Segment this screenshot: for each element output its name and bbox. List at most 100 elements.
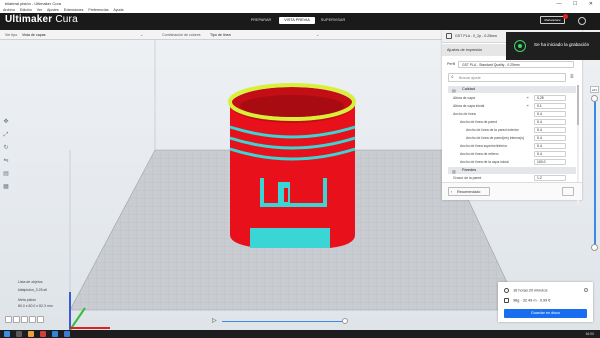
tab-prepare[interactable]: PREPARAR xyxy=(243,17,279,24)
search-icon[interactable] xyxy=(16,331,22,337)
section-quality[interactable]: ▤ Calidad xyxy=(448,86,576,93)
save-to-disk-button[interactable]: Guardar en disco xyxy=(504,309,587,318)
piston-model[interactable] xyxy=(228,83,356,248)
settings-search-input[interactable]: Buscar ajuste xyxy=(448,73,566,82)
view-type-label: Ver tipo xyxy=(5,33,18,37)
info-icon[interactable] xyxy=(584,288,588,292)
object-name: Meta pistón xyxy=(18,298,37,302)
menu-edit[interactable]: Edición xyxy=(20,8,32,12)
setting-value-input[interactable]: 0.4 xyxy=(534,143,566,149)
object-list-title[interactable]: Lista de objetos xyxy=(18,280,43,284)
view-type-dropdown[interactable]: Vista de capas xyxy=(22,30,46,40)
clock-icon xyxy=(504,288,509,293)
scale-icon[interactable]: ⤢ xyxy=(2,131,10,139)
cura-taskbar-icon[interactable] xyxy=(64,331,70,337)
object-list-item[interactable]: bilatpistón_0.25.stl xyxy=(18,288,47,292)
simulation-handle[interactable] xyxy=(342,318,348,324)
setting-row: Ancho de línea de pared(es) interna(s) 0… xyxy=(448,134,576,142)
setting-value-input[interactable]: 0.1 xyxy=(534,103,566,109)
marketplace-button[interactable]: Marketplace xyxy=(540,16,565,24)
print-settings-summary: GST PLA - 0_2p - 0.25mm xyxy=(455,34,498,38)
hamburger-menu-icon[interactable]: ≡ xyxy=(570,73,574,81)
rotate-icon[interactable]: ↻ xyxy=(2,144,10,152)
menu-preferences[interactable]: Preferencias xyxy=(88,8,108,12)
object-list: Lista de objetos bilatpistón_0.25.stl Me… xyxy=(18,280,68,308)
setting-value-input[interactable]: 0.4 xyxy=(534,135,566,141)
view-right-button[interactable] xyxy=(37,316,44,323)
link-icon: ⚭ xyxy=(526,103,530,108)
view-front-button[interactable] xyxy=(13,316,20,323)
menu-settings[interactable]: Ajustes xyxy=(47,8,59,12)
menu-view[interactable]: Ver xyxy=(37,8,42,12)
mirror-icon[interactable]: ⇋ xyxy=(2,157,10,165)
setting-row: Ancho de línea de pared 0.4 xyxy=(448,118,576,126)
chevron-down-icon[interactable]: ⌄ xyxy=(140,30,143,40)
menu-file[interactable]: Archivo xyxy=(3,8,15,12)
setting-label: Ancho de línea superior/inferior xyxy=(460,144,508,148)
taskbar-clock: 16:00 xyxy=(585,332,595,336)
setting-value-input[interactable]: 0.25 xyxy=(534,95,566,101)
object-dimensions: 80.0 x 80.0 x 82.3 mm xyxy=(18,304,53,308)
notification-badge xyxy=(563,14,568,19)
setting-value-input[interactable]: 0.4 xyxy=(534,111,566,117)
view-left-button[interactable] xyxy=(29,316,36,323)
settings-icon xyxy=(446,33,452,39)
menu-help[interactable]: Ayuda xyxy=(113,8,123,12)
setting-row: Ancho de línea de relleno 0.4 xyxy=(448,150,576,158)
setting-label: Ancho de línea de la capa inicial xyxy=(460,160,509,164)
setting-value-input[interactable]: 100.0 xyxy=(534,159,566,165)
custom-settings-button[interactable] xyxy=(562,187,574,196)
toast-text: Se ha iniciado la grabación xyxy=(534,42,590,47)
search-icon: ⌕ xyxy=(451,74,454,80)
profile-dropdown[interactable]: GST PLA - Standard Quality - 0.25mm xyxy=(458,61,574,68)
windows-start-icon[interactable] xyxy=(4,331,10,337)
material-estimate: 98g · 32.49 m · 0.99 € xyxy=(513,298,551,303)
per-model-settings-icon[interactable]: ▤ xyxy=(2,170,10,178)
section-quality-label: Calidad xyxy=(462,87,475,91)
print-time-row: 16 horas 20 minutos xyxy=(504,288,547,293)
layer-number-input[interactable]: 241 xyxy=(590,86,599,93)
recommended-button[interactable]: ‹ Recomendado xyxy=(448,187,490,196)
support-blocker-icon[interactable]: ▦ xyxy=(2,183,10,191)
setting-value-input[interactable]: 0.4 xyxy=(534,151,566,157)
spool-icon xyxy=(504,298,509,303)
record-dot-icon xyxy=(518,44,522,48)
section-walls[interactable]: ▥ Paredes xyxy=(448,167,576,174)
layer-slider-top-handle[interactable] xyxy=(591,95,598,102)
setting-value-input[interactable]: 1.2 xyxy=(534,175,566,181)
move-icon[interactable]: ✥ xyxy=(2,118,10,126)
chevron-down-icon[interactable]: ⌄ xyxy=(316,30,319,40)
view-toolbar: Ver tipo Vista de capas ⌄ Combinación de… xyxy=(0,30,442,40)
user-account-icon[interactable] xyxy=(578,17,586,25)
setting-row: Ancho de línea superior/inferior 0.4 xyxy=(448,142,576,150)
setting-value-input[interactable]: 0.4 xyxy=(534,127,566,133)
scrollbar-thumb[interactable] xyxy=(577,85,579,125)
recommended-button-label: Recomendado xyxy=(457,190,481,194)
tab-preview[interactable]: VISTA PREVIA xyxy=(279,17,315,24)
view-top-button[interactable] xyxy=(21,316,28,323)
simulation-track[interactable] xyxy=(222,320,347,322)
play-icon[interactable]: ▷ xyxy=(212,317,217,325)
action-panel: 16 horas 20 minutos 98g · 32.49 m · 0.99… xyxy=(498,282,593,322)
setting-label: Ancho de línea de pared(es) interna(s) xyxy=(466,136,525,140)
setting-value-input[interactable]: 0.4 xyxy=(534,119,566,125)
recording-toast: Se ha iniciado la grabación xyxy=(506,32,600,60)
color-scheme-dropdown[interactable]: Tipo de línea xyxy=(210,30,231,40)
layer-slider-bottom-handle[interactable] xyxy=(591,244,598,251)
file-explorer-icon[interactable] xyxy=(28,331,34,337)
app-icon[interactable] xyxy=(40,331,46,337)
layer-slider-track[interactable] xyxy=(594,97,596,247)
setting-row: Ancho de línea de la capa inicial 100.0 xyxy=(448,158,576,166)
window-controls[interactable]: — ☐ ✕ xyxy=(557,0,598,8)
setting-row: Ancho de línea de la pared exterior 0.4 xyxy=(448,126,576,134)
camera-view-buttons xyxy=(5,316,44,323)
tab-monitor[interactable]: SUPERVISAR xyxy=(315,17,351,24)
setting-label: Grosor de la pared xyxy=(453,176,482,180)
setting-label: Ancho de línea de relleno xyxy=(460,152,499,156)
app-logo: Ultimaker Cura xyxy=(5,14,78,25)
browser-icon[interactable] xyxy=(52,331,58,337)
window-title-bar: bilateral pistón - Ultimaker Cura — ☐ ✕ xyxy=(0,0,600,8)
view-3d-button[interactable] xyxy=(5,316,12,323)
print-time: 16 horas 20 minutos xyxy=(513,288,548,293)
menu-extensions[interactable]: Extensiones xyxy=(64,8,84,12)
